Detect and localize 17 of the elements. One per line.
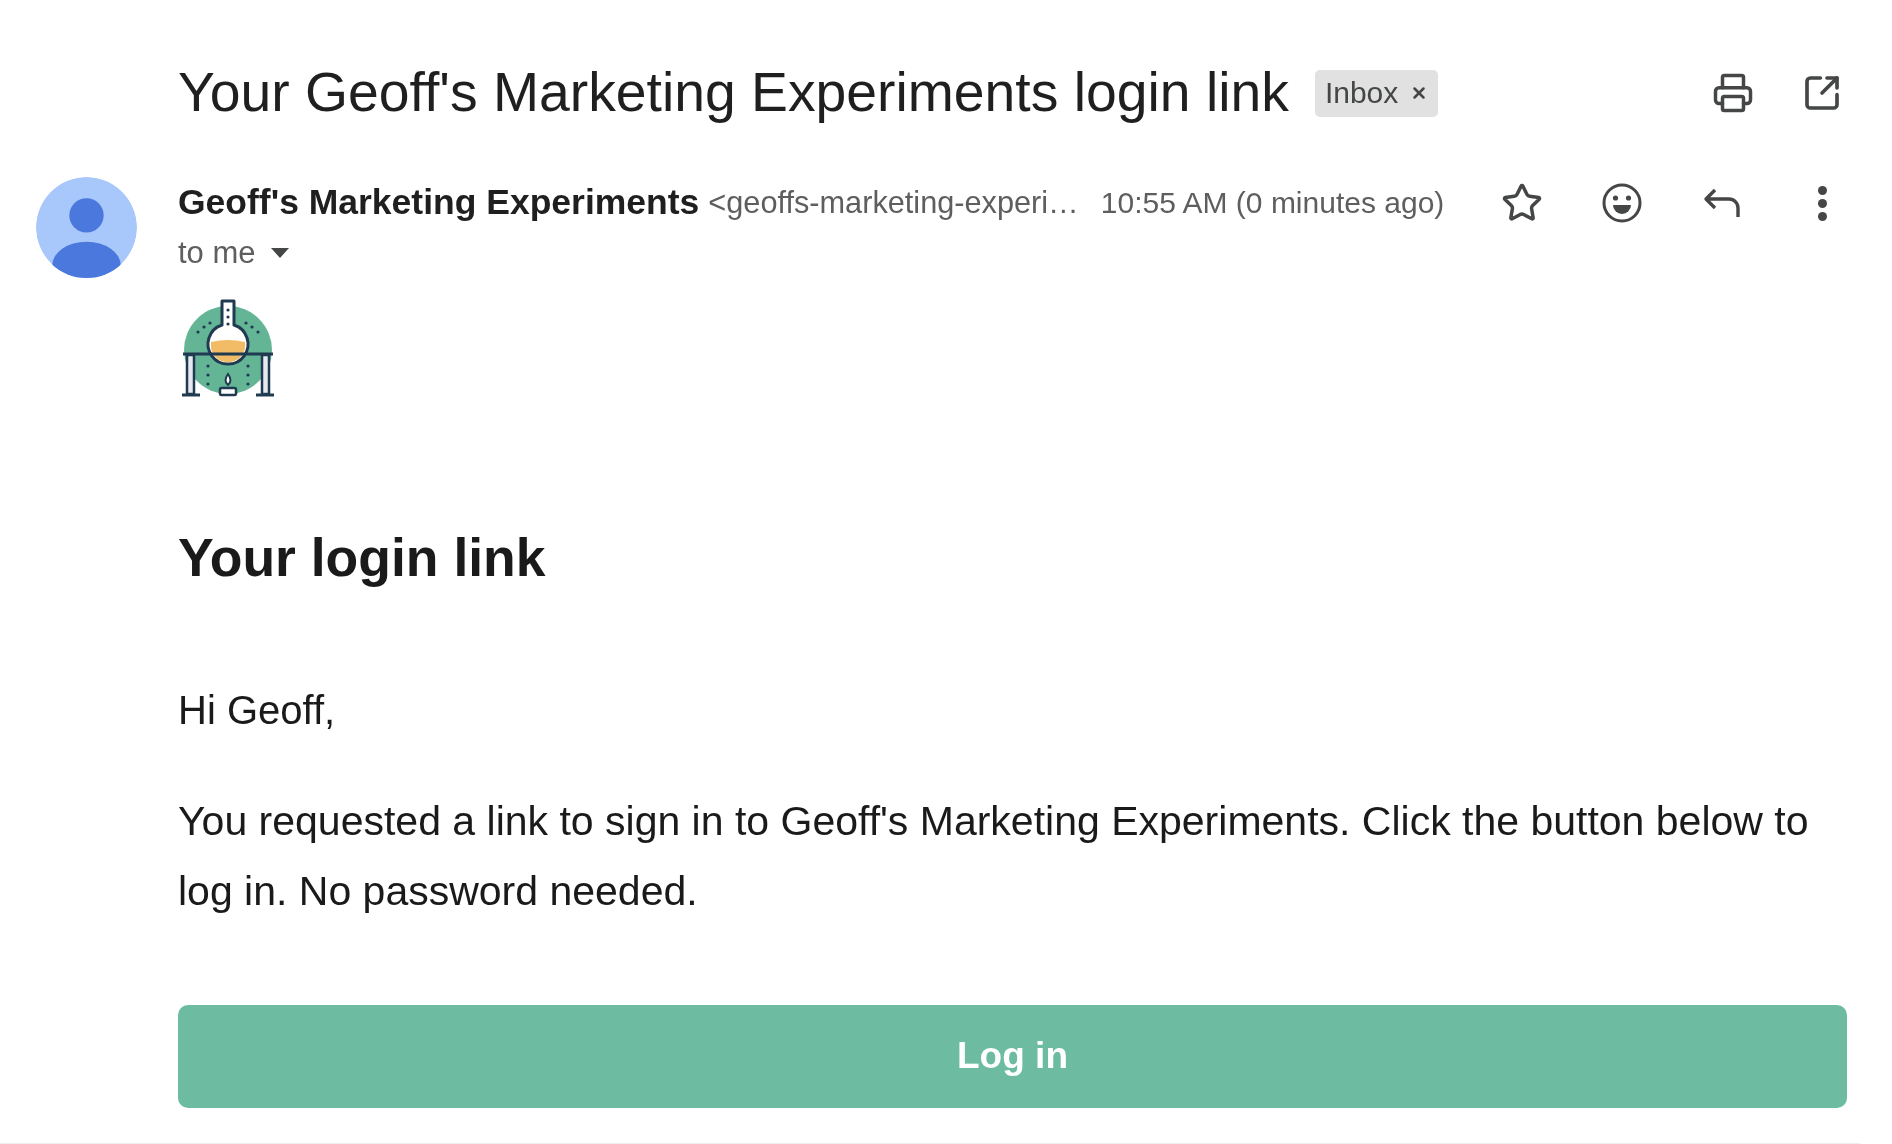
smiley-icon <box>1602 183 1642 223</box>
sender-name: Geoff's Marketing Experiments <box>178 185 700 221</box>
more-options-icon <box>1817 185 1827 221</box>
open-new-window-icon <box>1802 73 1842 113</box>
reply-icon <box>1703 188 1741 218</box>
message-time: 10:55 AM (0 minutes ago) <box>1100 188 1445 218</box>
sender-email: <geoffs-marketing-experi… <box>708 187 1079 219</box>
inbox-label-chip[interactable]: Inbox <box>1314 69 1439 117</box>
caret-down-icon <box>270 247 289 258</box>
email-subject: Your Geoff's Marketing Experiments login link <box>178 65 1289 121</box>
email-heading: Your login link <box>178 531 546 585</box>
label-text: Inbox <box>1324 78 1399 108</box>
recipients-text: to me <box>178 237 256 268</box>
body-paragraph: You requested a link to sign in to Geoff's Marketing Experiments. Click the button below to log in. No password needed. <box>178 796 1810 916</box>
greeting-text: Hi Geoff, <box>178 689 336 730</box>
print-icon <box>1712 72 1754 114</box>
avatar-icon <box>36 177 137 278</box>
